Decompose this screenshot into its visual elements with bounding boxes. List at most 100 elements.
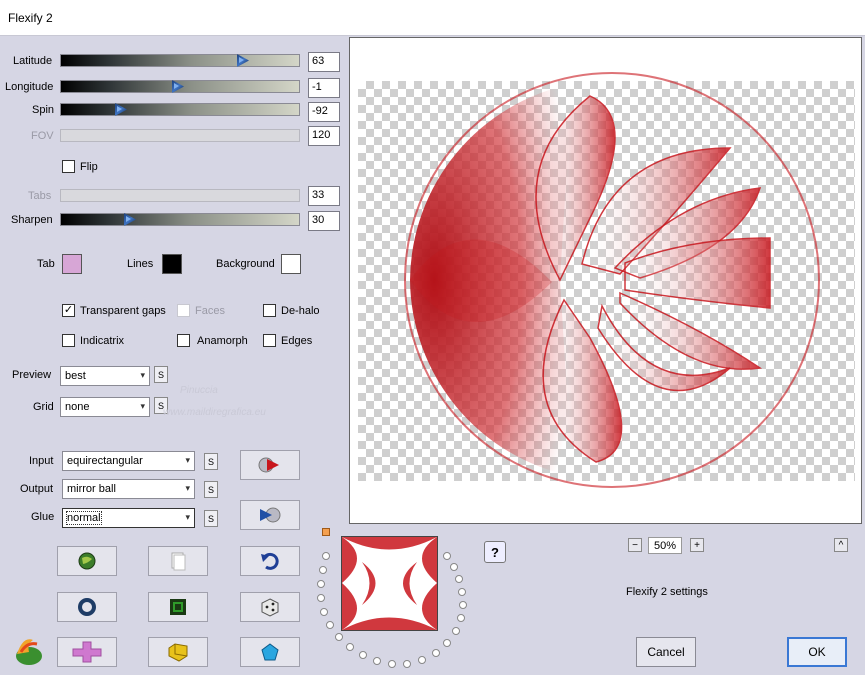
grid-select[interactable]: none ▾ (60, 397, 150, 417)
zoom-level[interactable]: 50% (648, 537, 682, 554)
orbit-dot[interactable] (317, 594, 325, 602)
orbit-dot[interactable] (443, 552, 451, 560)
preview-select[interactable]: best ▾ (60, 366, 150, 386)
collapse-button[interactable]: ^ (834, 538, 848, 552)
anamorph-checkbox[interactable] (177, 334, 190, 347)
orbit-dot[interactable] (388, 660, 396, 668)
latitude-thumb[interactable] (237, 54, 249, 67)
faces-checkbox (177, 304, 190, 317)
input-select-value: equirectangular (67, 455, 143, 467)
orbit-dot[interactable] (452, 627, 460, 635)
undo-button[interactable] (240, 546, 300, 576)
orbit-dot[interactable] (457, 614, 465, 622)
chevron-down-icon: ▾ (140, 401, 145, 411)
orbit-dot[interactable] (346, 643, 354, 651)
transparent-gaps-checkbox[interactable]: ✓ (62, 304, 75, 317)
chevron-down-icon: ▾ (185, 455, 190, 465)
orbit-dot[interactable] (458, 588, 466, 596)
tabs-slider (60, 189, 300, 202)
orbit-dot[interactable] (418, 656, 426, 664)
sharpen-input[interactable]: 30 (308, 211, 340, 231)
longitude-input[interactable]: -1 (308, 78, 340, 98)
orbit-dot[interactable] (450, 563, 458, 571)
spin-label: Spin (32, 104, 55, 116)
square-frame-button[interactable] (148, 592, 208, 622)
orbit-dot[interactable] (432, 649, 440, 657)
orbit-dot[interactable] (455, 575, 463, 583)
play-blue-icon (260, 507, 281, 523)
orbit-dot[interactable] (335, 633, 343, 641)
indicatrix-label: Indicatrix (80, 335, 125, 347)
tab-color-label: Tab (37, 258, 55, 270)
cancel-button[interactable]: Cancel (636, 637, 696, 667)
tab-color-swatch[interactable] (62, 254, 82, 274)
orbit-dot[interactable] (317, 580, 325, 588)
cross-icon (72, 641, 102, 663)
input-s-button[interactable]: S (204, 453, 218, 470)
longitude-slider[interactable] (60, 80, 300, 93)
copy-button[interactable] (148, 546, 208, 576)
watermark-url: www.maildiregrafica.eu (163, 407, 266, 418)
undo-icon (261, 552, 279, 570)
output-select-label: Output (20, 483, 54, 495)
glue-select[interactable]: normal ▾ (62, 508, 195, 528)
help-button[interactable]: ? (484, 541, 506, 563)
play-forward-button[interactable] (240, 450, 300, 480)
output-s-button[interactable]: S (204, 481, 218, 498)
input-select[interactable]: equirectangular ▾ (62, 451, 195, 471)
output-select-value: mirror ball (67, 483, 116, 495)
spin-input[interactable]: -92 (308, 102, 340, 122)
preview-thumbnail[interactable] (341, 536, 438, 631)
preview-canvas[interactable] (349, 37, 862, 524)
flexify-logo (11, 634, 45, 668)
gold-shape-icon (168, 643, 188, 662)
cross-button[interactable] (57, 637, 117, 667)
orbit-dot[interactable] (359, 651, 367, 659)
dice-button[interactable] (240, 592, 300, 622)
sharpen-thumb[interactable] (124, 213, 136, 226)
play-blue-button[interactable] (240, 500, 300, 530)
spin-slider[interactable] (60, 103, 300, 116)
edges-label: Edges (281, 335, 313, 347)
de-halo-checkbox[interactable] (263, 304, 276, 317)
copy-icon (171, 552, 186, 571)
spin-thumb[interactable] (115, 103, 127, 116)
indicatrix-checkbox[interactable] (62, 334, 75, 347)
orbit-dot[interactable] (320, 608, 328, 616)
latitude-label: Latitude (13, 55, 53, 67)
tabs-input[interactable]: 33 (308, 186, 340, 206)
latitude-input[interactable]: 63 (308, 52, 340, 72)
glue-s-button[interactable]: S (204, 510, 218, 527)
output-select[interactable]: mirror ball ▾ (62, 479, 195, 499)
background-color-swatch[interactable] (281, 254, 301, 274)
orbit-dot[interactable] (373, 657, 381, 665)
globe-button[interactable] (57, 546, 117, 576)
gold-shape-button[interactable] (148, 637, 208, 667)
glue-select-value: normal (66, 511, 102, 525)
orbit-dot[interactable] (403, 660, 411, 668)
flexify-logo-icon (16, 639, 42, 665)
sharpen-slider[interactable] (60, 213, 300, 226)
zoom-in-button[interactable]: + (690, 538, 704, 552)
ok-button[interactable]: OK (787, 637, 847, 667)
orbit-handle[interactable] (322, 528, 330, 536)
latitude-slider[interactable] (60, 54, 300, 67)
orbit-dot[interactable] (319, 566, 327, 574)
grid-select-label: Grid (33, 401, 54, 413)
globe-icon (78, 552, 96, 570)
orbit-dot[interactable] (322, 552, 330, 560)
flip-checkbox[interactable] (62, 160, 75, 173)
fov-input[interactable]: 120 (308, 126, 340, 146)
dice-icon (261, 598, 279, 617)
lines-color-swatch[interactable] (162, 254, 182, 274)
zoom-out-button[interactable]: − (628, 538, 642, 552)
edges-checkbox[interactable] (263, 334, 276, 347)
grid-select-value: none (65, 401, 90, 413)
pentagon-button[interactable] (240, 637, 300, 667)
orbit-dot[interactable] (443, 639, 451, 647)
preview-s-button[interactable]: S (154, 366, 168, 383)
orbit-dot[interactable] (326, 621, 334, 629)
orbit-dot[interactable] (459, 601, 467, 609)
longitude-thumb[interactable] (172, 80, 184, 93)
ring-button[interactable] (57, 592, 117, 622)
